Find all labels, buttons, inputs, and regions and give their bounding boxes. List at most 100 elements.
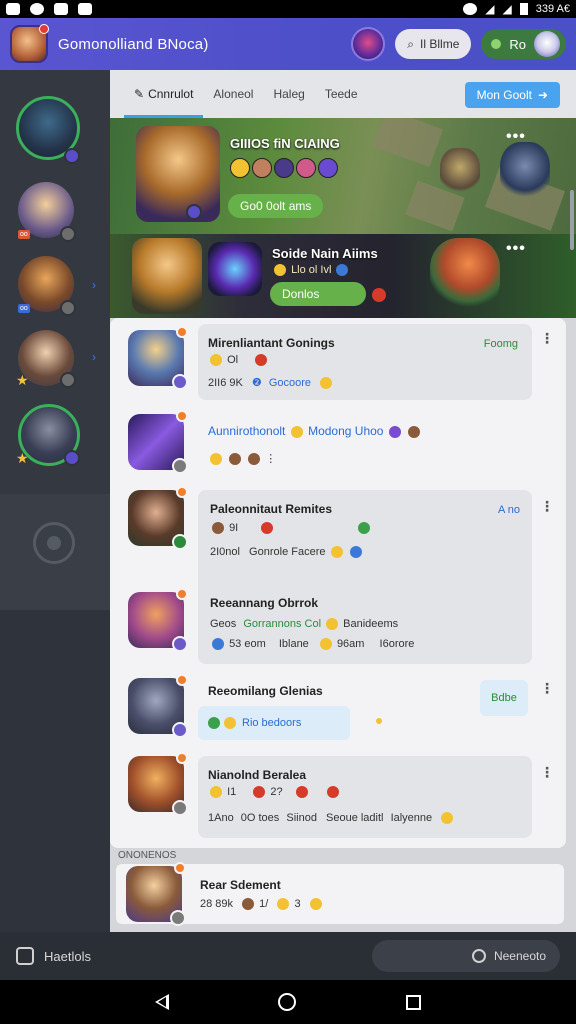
main-content: ✎ Cnnrulot Aloneol Haleg Teede Mon Goolt… [110,70,576,932]
recents-icon[interactable] [406,994,422,1010]
lightning-icon [290,425,303,438]
swords-icon [229,453,242,466]
heart-icon [255,354,268,367]
spark-icon [376,718,382,724]
chat-status-3: A no [498,504,520,516]
app-notification-icon [6,3,20,15]
bottom-left-label[interactable]: Haetlols [44,949,91,964]
chat-avatar-6[interactable] [128,752,188,816]
coin-icon [441,812,454,825]
settings-icon [471,949,486,963]
online-dot-icon [174,862,186,874]
chat-card-6[interactable]: Nianolnd Beralea I1 2? 1Ano 0O toes Siin… [198,756,532,838]
chat-title-5[interactable]: Reeomilang Glenias [208,684,323,698]
side-tag-5[interactable]: Bdbe [480,680,528,716]
controller-notification-icon [54,3,68,15]
chat-meta-6b-text-2: 0O toes [240,812,280,824]
alarm-icon [463,3,478,15]
star-icon: ★ [16,450,29,466]
chat-meta-3a-text: 9I [229,522,239,534]
tab-3-label: Teede [324,87,358,101]
bottom-right-button[interactable]: Neeneoto [372,940,560,972]
profile-button[interactable]: Ro [481,29,566,59]
banner-2-button[interactable]: Donlos [270,282,366,306]
bottom-right-label: Neeneoto [493,949,546,963]
notification-dot [39,24,49,34]
tab-3[interactable]: Teede [315,70,368,118]
chat-meta-4a: Geos Gorrannons Col Banideems [210,618,398,631]
tab-2[interactable]: Haleg [263,70,314,118]
home-icon[interactable] [278,993,297,1011]
chat-avatar-3[interactable] [128,486,188,550]
scrollbar[interactable] [570,190,574,250]
banner-1-button[interactable]: Go0 0olt ams [228,194,324,218]
chat-meta-4b-text-4: I6orore [379,638,415,650]
chat-meta-1a-text: Ol [227,354,239,366]
chat-meta-6a-text-2: 2? [270,786,283,798]
pinned-chat[interactable]: Rear Sdement 28 89k 1/ 3 [116,862,564,926]
beast-icon [248,453,261,466]
kebab-menu-icon[interactable]: ⋮ [540,764,554,781]
reward-icon [372,288,386,302]
mini-avatar [274,158,294,178]
filter-button-label: Il Bllme [420,37,460,51]
wifi-icon: ◢ [485,2,495,16]
gem-icon [349,546,362,559]
pin-icon [212,638,224,651]
chat-meta-3b-text-2: Gonrole Facere [249,546,326,558]
chat-meta-1b-link: Gocoore [268,377,312,389]
more-icon[interactable]: ••• [506,240,526,258]
rail-badge-icon [64,450,80,466]
chat-card-3[interactable]: Paleonnitaut Remites A no 9I 2I0nol Gonr… [198,490,532,664]
tab-action-button[interactable]: Mon Goolt ➜ [464,82,560,108]
chat-avatar-4[interactable] [128,588,188,652]
more-icon[interactable]: ••• [506,128,526,146]
event-banner-2[interactable]: Soide Nain Aiims Llo ol Ivl Donlos ••• [110,234,576,318]
tab-0[interactable]: ✎ Cnnrulot [124,70,204,118]
chevron-right-icon[interactable]: › [92,278,96,292]
banner-2-subtitle: Llo ol Ivl [272,264,350,277]
chevron-right-icon[interactable]: › [92,350,96,364]
chat-avatar-1[interactable] [128,326,188,390]
filter-icon: ⌕ [407,36,415,51]
gem-icon [388,425,401,438]
clock: 339 A€ [535,3,570,15]
kebab-menu-icon[interactable]: ⋮ [540,680,554,697]
chat-avatar-2[interactable] [128,410,188,474]
pinned-meta-c: 3 [294,898,301,910]
chat-meta-6b: 1Ano 0O toes Siinod Seoue laditl Ialyenn… [208,812,455,825]
chat-meta-6a: I1 2? [208,786,341,799]
system-nav-bar [0,980,576,1024]
banner-2-subtitle-text: Llo ol Ivl [291,264,332,276]
bottom-toolbar: Haetlols Neeneoto [0,932,576,980]
chat-avatar-5[interactable] [128,674,188,738]
chat-meta-6a-text: I1 [227,786,237,798]
tab-1-label: Aloneol [213,87,254,101]
event-banner-1[interactable]: GIIIOS fiN CIAING Go0 0olt ams ••• [110,118,576,234]
kebab-menu-icon[interactable]: ⋮ [540,498,554,515]
app-logo[interactable] [10,24,49,63]
chat-meta-4b-text-2: Iblane [278,638,309,650]
filter-button[interactable]: ⌕ Il Bllme [395,29,472,59]
chat-meta-1a: Ol [208,354,269,367]
star-icon [210,354,222,367]
chat-meta-4a-text: Geos [210,618,237,630]
tab-1[interactable]: Aloneol [203,70,263,118]
coin-icon [224,717,236,729]
bomb-icon [242,898,255,911]
record-icon[interactable] [33,522,75,564]
role-badge-icon [172,458,188,474]
hero-avatar-button[interactable] [351,27,386,61]
chat-title-2[interactable]: Aunnirothonolt Modong Uhoo [208,424,422,438]
camera-icon[interactable] [16,947,34,965]
chat-title-2-text: Aunnirothonolt [208,424,286,438]
kebab-menu-icon[interactable]: ⋮ [540,330,554,347]
side-tag-5-text: Bdbe [491,692,517,704]
chat-title-1: Mirenliantant Gonings [208,336,335,350]
screen: ◢ ◢ 339 A€ Gomonolliand BNoca) ⌕ Il Bllm… [0,0,576,1024]
chat-card-1[interactable]: Mirenliantant Gonings Foomg Ol 2II6 9K ❷… [198,324,532,400]
back-icon[interactable] [154,994,169,1010]
chat-title-6: Nianolnd Beralea [208,768,307,782]
chat-bubble-5[interactable]: Rio bedoors [198,706,350,740]
rail-badge-icon [64,148,80,164]
